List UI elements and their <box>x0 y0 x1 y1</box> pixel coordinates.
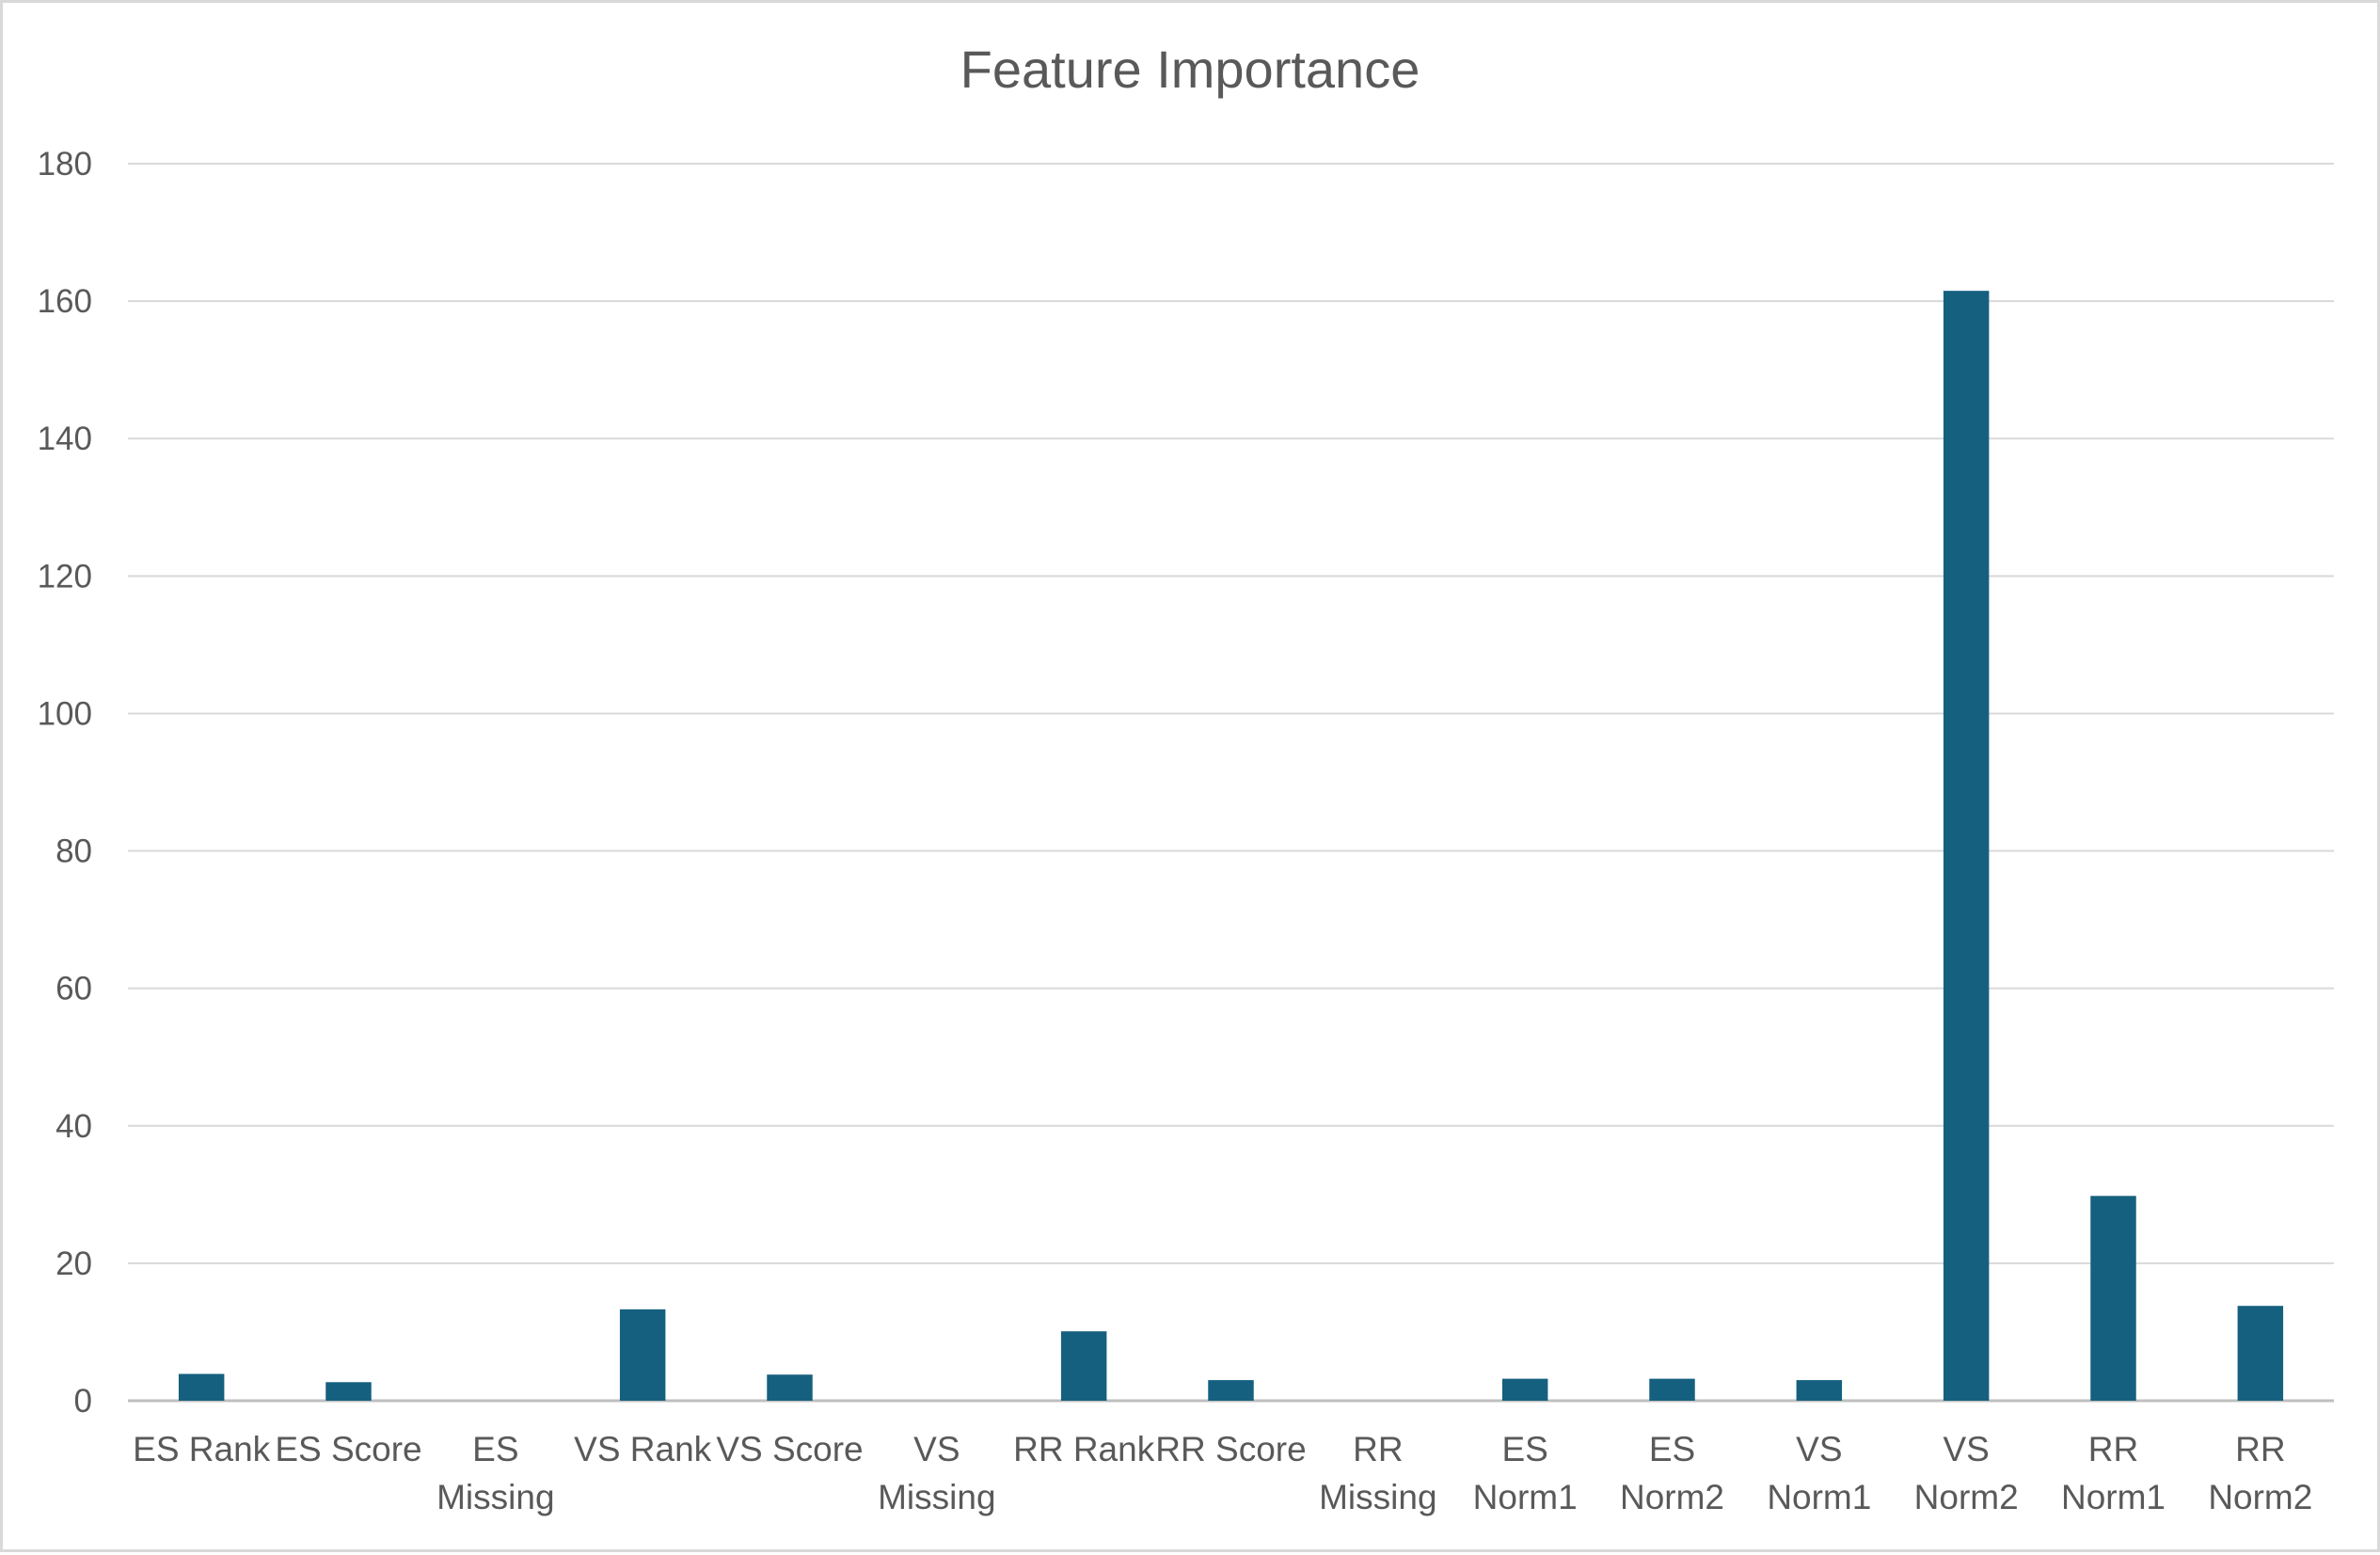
y-tick-label: 40 <box>56 1108 92 1145</box>
y-tick-label: 20 <box>56 1246 92 1282</box>
bars <box>178 291 2284 1401</box>
x-tick-label: VS Rank <box>574 1430 712 1468</box>
bar-es-norm1 <box>1501 1378 1548 1401</box>
bar-es-norm2 <box>1649 1378 1695 1401</box>
bar-vs-rank <box>619 1309 666 1401</box>
bar-rr-rank <box>1060 1331 1107 1401</box>
y-tick-label: 120 <box>38 558 92 595</box>
bar-rr-norm1 <box>2090 1196 2136 1401</box>
x-tick-label: RR Score <box>1155 1430 1306 1468</box>
bar-rr-norm2 <box>2237 1306 2284 1401</box>
chart-frame: Feature Importance 0 20 40 60 80 100 120 140 160… <box>0 0 2380 1552</box>
gridlines <box>128 163 2334 1403</box>
y-tick-label: 140 <box>38 420 92 457</box>
y-tick-label: 100 <box>38 695 92 732</box>
x-tick-label: ES Norm2 <box>1620 1430 1724 1516</box>
bar-vs-norm1 <box>1796 1380 1843 1401</box>
x-tick-label: VS Norm2 <box>1914 1430 2019 1516</box>
y-tick-label: 0 <box>74 1383 92 1420</box>
bar-rr-score <box>1208 1380 1254 1401</box>
x-tick-label: VS Score <box>716 1430 863 1468</box>
bar-es-rank <box>178 1373 225 1401</box>
bar-vs-score <box>767 1374 813 1401</box>
x-tick-label: RR Norm1 <box>2061 1430 2166 1516</box>
y-tick-label: 180 <box>38 146 92 182</box>
x-tick-label: VS Norm1 <box>1767 1430 1871 1516</box>
x-tick-label: RR Missing <box>1319 1430 1436 1516</box>
x-tick-label: ES Rank <box>133 1430 271 1468</box>
x-tick-label: ES Score <box>275 1430 421 1468</box>
x-tick-label: ES Norm1 <box>1473 1430 1578 1516</box>
bar-chart: 0 20 40 60 80 100 120 140 160 180 ES Rank ES Score… <box>38 146 2334 1516</box>
y-tick-label: 60 <box>56 971 92 1008</box>
y-tick-label: 80 <box>56 833 92 870</box>
bar-vs-norm2 <box>1943 291 1990 1401</box>
bar-es-score <box>325 1382 372 1401</box>
x-tick-label: RR Norm2 <box>2208 1430 2312 1516</box>
y-axis-tick-labels: 0 20 40 60 80 100 120 140 160 180 <box>38 146 92 1420</box>
x-axis-category-labels: ES Rank ES Score ES Missing VS Rank VS Score V… <box>133 1430 2312 1516</box>
y-tick-label: 160 <box>38 283 92 320</box>
x-tick-label: RR Rank <box>1013 1430 1155 1468</box>
x-tick-label: ES Missing <box>436 1430 554 1516</box>
x-tick-label: VS Missing <box>878 1430 995 1516</box>
